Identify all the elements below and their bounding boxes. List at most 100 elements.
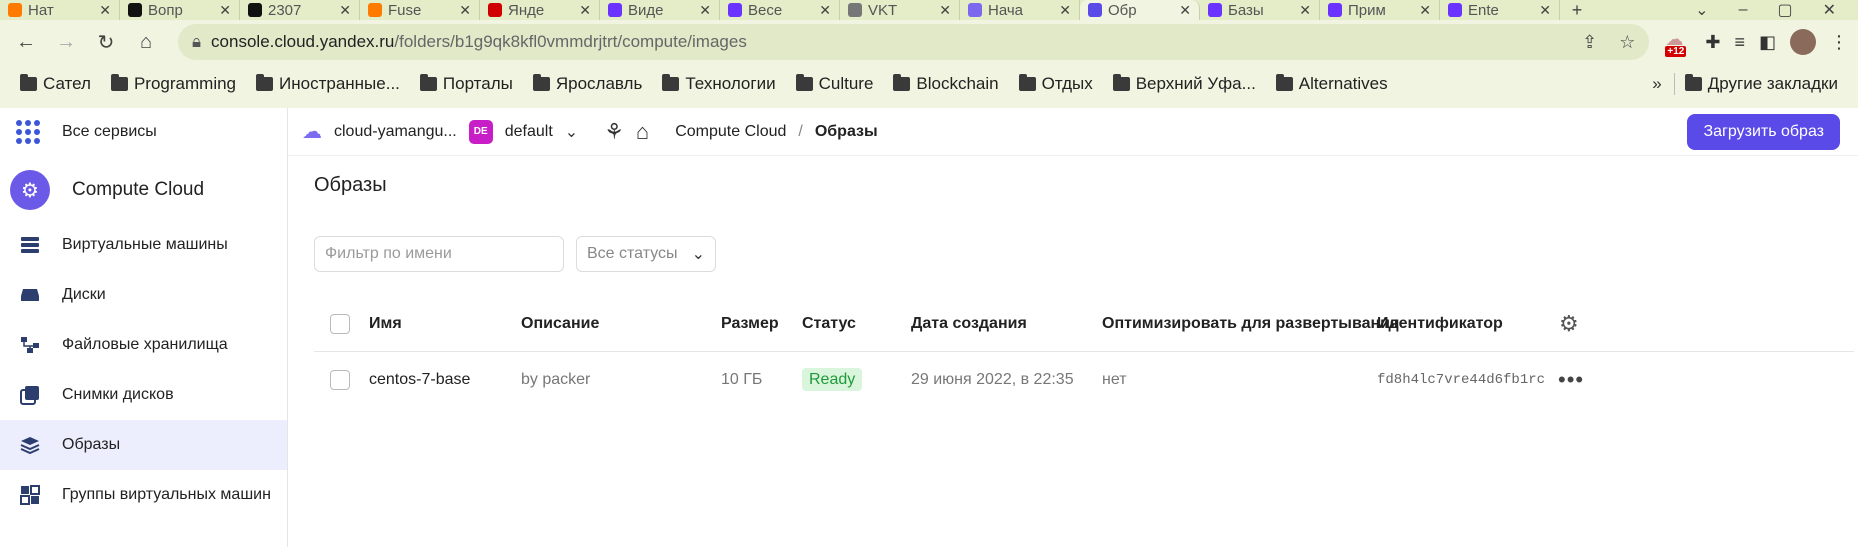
bookmark-folder[interactable]: Технологии: [652, 74, 785, 94]
bookmark-folder[interactable]: Сател: [10, 74, 101, 94]
menu-kebab-icon[interactable]: ⋮: [1830, 32, 1848, 53]
close-icon[interactable]: ✕: [99, 2, 111, 19]
bookmark-folder[interactable]: Culture: [786, 74, 884, 94]
bookmark-folder[interactable]: Отдых: [1009, 74, 1103, 94]
close-icon[interactable]: ✕: [1539, 2, 1551, 19]
close-icon[interactable]: ✕: [219, 2, 231, 19]
bookmark-folder[interactable]: Blockchain: [883, 74, 1008, 94]
browser-tab[interactable]: Вопр ✕: [120, 0, 240, 20]
tab-favicon-icon: [128, 3, 142, 17]
tab-title: Прим: [1348, 1, 1386, 19]
service-header[interactable]: ⚙ Compute Cloud: [0, 160, 287, 220]
tab-favicon-icon: [1208, 3, 1222, 17]
side-panel-icon[interactable]: ◧: [1759, 32, 1776, 53]
tab-title: Весе: [748, 1, 783, 19]
browser-tab[interactable]: Ente ✕: [1440, 0, 1560, 20]
all-services-button[interactable]: Все сервисы: [0, 108, 287, 156]
browser-tab[interactable]: Весе ✕: [720, 0, 840, 20]
close-icon[interactable]: ✕: [459, 2, 471, 19]
browser-tab[interactable]: Виде ✕: [600, 0, 720, 20]
sidebar-item-file-storages[interactable]: Файловые хранилища: [0, 320, 287, 370]
site-info-icon[interactable]: 🔒︎: [192, 32, 201, 52]
cloud-selector[interactable]: cloud-yamangu...: [334, 123, 457, 141]
tab-search-icon[interactable]: ⌄: [1695, 0, 1708, 20]
table-row[interactable]: centos-7-base by packer 10 ГБ Ready 29 и…: [314, 352, 1854, 408]
bookmark-folder[interactable]: Ярославль: [523, 74, 652, 94]
other-bookmarks-folder[interactable]: Другие закладки: [1675, 74, 1848, 94]
sidebar-item-instance-groups[interactable]: Группы виртуальных машин: [0, 470, 287, 520]
close-icon[interactable]: ✕: [1299, 2, 1311, 19]
minimize-icon[interactable]: –: [1739, 1, 1748, 19]
browser-tab[interactable]: VKT ✕: [840, 0, 960, 20]
maximize-icon[interactable]: ▢: [1777, 0, 1792, 20]
tab-favicon-icon: [488, 3, 502, 17]
sidebar-item-snapshots[interactable]: Снимки дисков: [0, 370, 287, 420]
status-filter-select[interactable]: Все статусы ⌄: [576, 236, 716, 272]
sidebar-item-disks[interactable]: Диски: [0, 270, 287, 320]
close-icon[interactable]: ✕: [339, 2, 351, 19]
column-header-id[interactable]: Идентификатор: [1377, 315, 1503, 333]
browser-tab[interactable]: Нат ✕: [0, 0, 120, 20]
close-icon[interactable]: ✕: [699, 2, 711, 19]
bookmark-folder[interactable]: Alternatives: [1266, 74, 1398, 94]
folder-icon: [20, 74, 37, 91]
browser-tab[interactable]: Прим ✕: [1320, 0, 1440, 20]
close-icon[interactable]: ✕: [819, 2, 831, 19]
close-icon[interactable]: ✕: [939, 2, 951, 19]
row-actions-icon[interactable]: •••: [1558, 367, 1584, 393]
browser-tab[interactable]: Нача ✕: [960, 0, 1080, 20]
browser-tab[interactable]: Базы ✕: [1200, 0, 1320, 20]
folder-selector[interactable]: default: [505, 123, 553, 141]
close-icon[interactable]: ✕: [579, 2, 591, 19]
close-window-icon[interactable]: ✕: [1823, 0, 1836, 20]
puzzle-icon[interactable]: ✚: [1705, 32, 1720, 53]
reload-icon[interactable]: ↻: [90, 26, 122, 58]
breadcrumb-service[interactable]: Compute Cloud: [675, 123, 786, 141]
home-icon[interactable]: ⌂: [636, 119, 649, 145]
close-icon[interactable]: ✕: [1059, 2, 1071, 19]
column-header-created[interactable]: Дата создания: [911, 315, 1027, 333]
browser-tab[interactable]: Fuse ✕: [360, 0, 480, 20]
browser-tab-active[interactable]: Обр ✕: [1080, 0, 1200, 20]
forward-icon[interactable]: →: [50, 26, 82, 58]
sidebar-item-images[interactable]: Образы: [0, 420, 287, 470]
share-icon[interactable]: ⇪: [1582, 32, 1597, 53]
bookmark-folder[interactable]: Порталы: [410, 74, 523, 94]
column-header-name[interactable]: Имя: [369, 315, 402, 333]
back-icon[interactable]: ←: [10, 26, 42, 58]
profile-avatar[interactable]: [1790, 29, 1816, 55]
close-icon[interactable]: ✕: [1419, 2, 1431, 19]
upload-image-button[interactable]: Загрузить образ: [1687, 114, 1840, 150]
name-filter-input[interactable]: [314, 236, 564, 272]
gear-icon[interactable]: ⚙: [1559, 311, 1579, 337]
services-icon[interactable]: ⚘: [604, 119, 624, 145]
close-icon[interactable]: ✕: [1179, 2, 1191, 19]
browser-tab[interactable]: Янде ✕: [480, 0, 600, 20]
chevron-down-icon[interactable]: ⌄: [565, 122, 578, 142]
extension-icon[interactable]: ☁ +12: [1665, 29, 1691, 57]
column-header-size[interactable]: Размер: [721, 315, 779, 333]
bookmark-star-icon[interactable]: ☆: [1619, 32, 1635, 53]
address-bar[interactable]: 🔒︎ console.cloud.yandex.ru/folders/b1g9q…: [178, 24, 1650, 60]
bookmark-folder[interactable]: Верхний Уфа...: [1103, 74, 1266, 94]
sidebar-item-vms[interactable]: Виртуальные машины: [0, 220, 287, 270]
new-tab-button[interactable]: +: [1560, 0, 1594, 20]
row-checkbox[interactable]: [330, 370, 350, 390]
tab-title: VKT: [868, 1, 898, 19]
bookmark-label: Технологии: [685, 74, 776, 93]
tab-favicon-icon: [1328, 3, 1342, 17]
media-controls-icon[interactable]: ≡: [1734, 32, 1745, 53]
column-header-status[interactable]: Статус: [802, 315, 856, 333]
column-header-description[interactable]: Описание: [521, 315, 599, 333]
folder-icon: [110, 74, 128, 91]
image-name[interactable]: centos-7-base: [369, 371, 470, 389]
home-icon[interactable]: ⌂: [130, 26, 162, 58]
select-all-checkbox[interactable]: [330, 313, 350, 334]
bookmark-folder[interactable]: Иностранные...: [246, 74, 410, 94]
top-header: ☁ cloud-yamangu... DE default ⌄ ⚘ ⌂ Comp…: [288, 108, 1858, 156]
bookmarks-overflow-button[interactable]: »: [1640, 74, 1673, 94]
image-id[interactable]: fd8h4lc7vre44d6fb1rc: [1377, 372, 1545, 388]
browser-tab[interactable]: 2307 ✕: [240, 0, 360, 20]
column-header-optimize[interactable]: Оптимизировать для развертывания: [1102, 315, 1399, 333]
bookmark-folder[interactable]: Programming: [101, 74, 246, 94]
